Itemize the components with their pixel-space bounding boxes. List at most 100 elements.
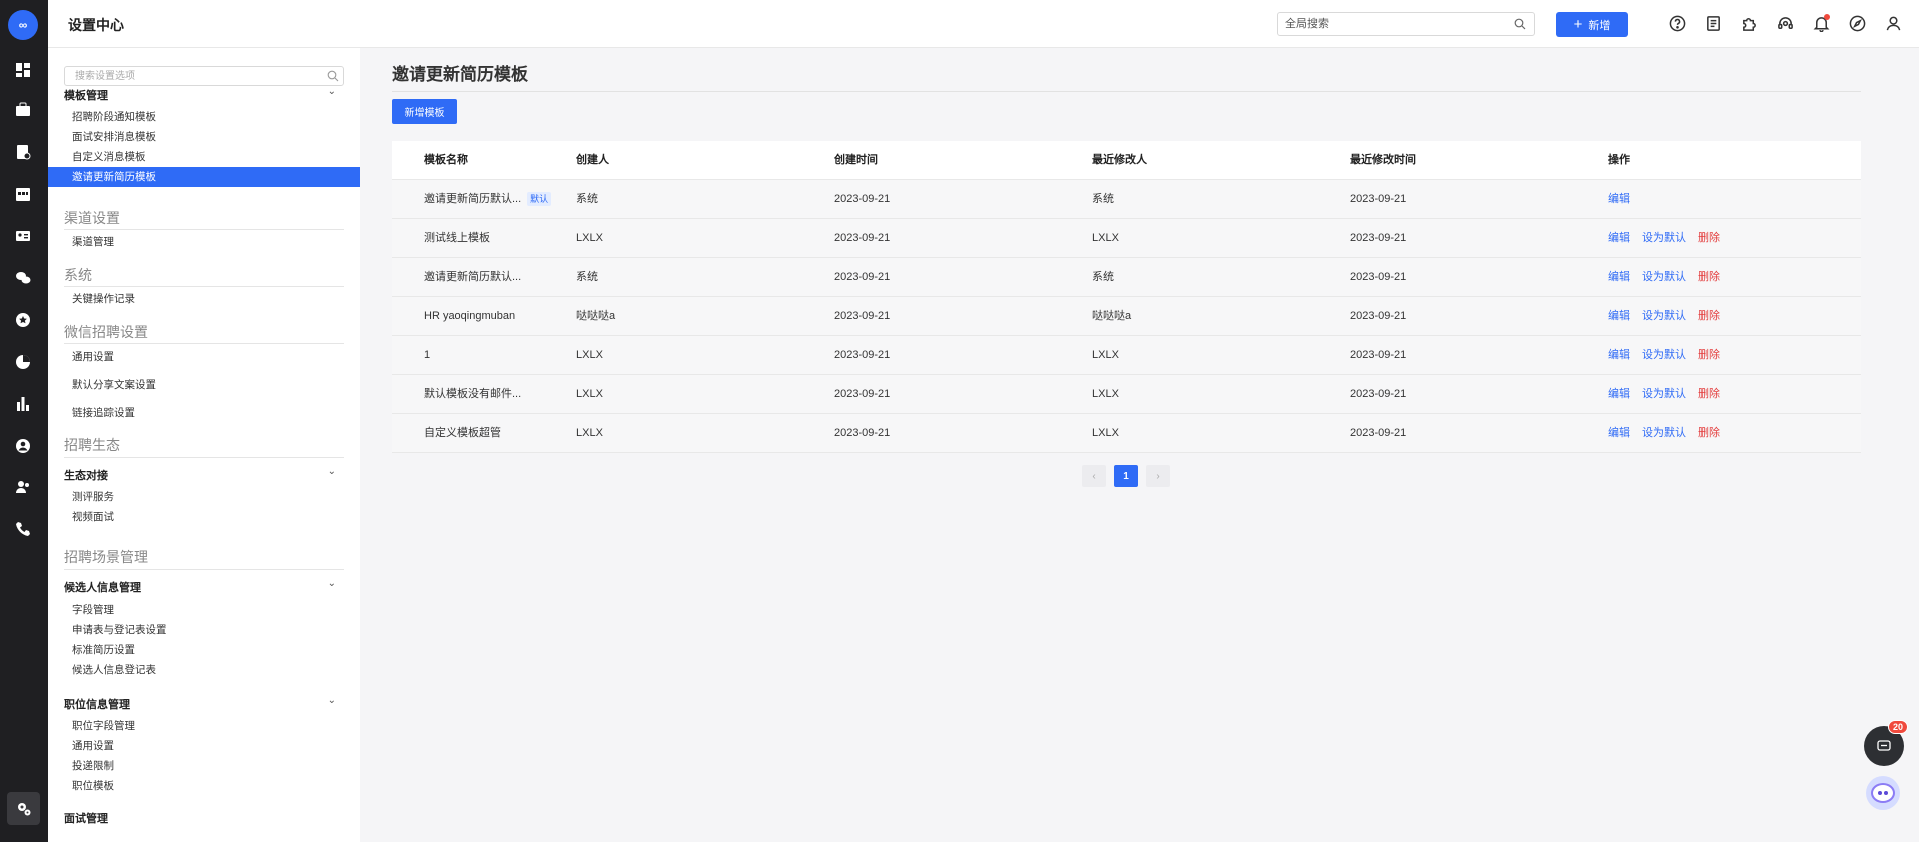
resume-icon[interactable] bbox=[12, 141, 34, 163]
next-page-button[interactable]: › bbox=[1146, 465, 1170, 487]
column-header: 创建时间 bbox=[834, 154, 878, 166]
template-group[interactable]: 模板管理 ⌄ bbox=[64, 86, 344, 103]
plus-icon: + bbox=[1573, 16, 1583, 33]
edit-link[interactable]: 编辑 bbox=[1608, 232, 1630, 244]
app-logo[interactable]: ∞ bbox=[8, 10, 38, 40]
user-circle-icon[interactable] bbox=[12, 435, 34, 457]
app-rail: ∞ bbox=[0, 0, 48, 842]
modified-cell: 2023-09-21 bbox=[1350, 193, 1407, 205]
sidebar-item[interactable]: 通用设置 bbox=[48, 736, 360, 756]
phone-icon[interactable] bbox=[12, 518, 34, 540]
top-header: 设置中心 + 新增 bbox=[48, 0, 1919, 48]
modifier-cell: LXLX bbox=[1092, 427, 1119, 439]
edit-link[interactable]: 编辑 bbox=[1608, 310, 1630, 322]
delete-link[interactable]: 删除 bbox=[1698, 232, 1720, 244]
robot-icon bbox=[1871, 783, 1895, 803]
sidebar-item[interactable]: 自定义消息模板 bbox=[48, 147, 360, 167]
sidebar-item[interactable]: 通用设置 bbox=[48, 347, 360, 367]
position-group[interactable]: 职位信息管理 ⌄ bbox=[64, 695, 344, 712]
sidebar-item[interactable]: 测评服务 bbox=[48, 487, 360, 507]
set-default-link[interactable]: 设为默认 bbox=[1642, 388, 1686, 400]
briefcase-icon[interactable] bbox=[12, 99, 34, 121]
new-button[interactable]: + 新增 bbox=[1556, 12, 1628, 37]
chat-badge: 20 bbox=[1887, 720, 1908, 734]
modified-cell: 2023-09-21 bbox=[1350, 349, 1407, 361]
wechat-icon[interactable] bbox=[12, 267, 34, 289]
settings-icon[interactable] bbox=[7, 792, 40, 825]
creator-cell: LXLX bbox=[576, 427, 603, 439]
sidebar-item[interactable]: 视频面试 bbox=[48, 507, 360, 527]
set-default-link[interactable]: 设为默认 bbox=[1642, 427, 1686, 439]
star-badge-icon[interactable] bbox=[12, 309, 34, 331]
sidebar-item[interactable]: 默认分享文案设置 bbox=[48, 375, 360, 395]
sidebar-item[interactable]: 字段管理 bbox=[48, 600, 360, 620]
set-default-link[interactable]: 设为默认 bbox=[1642, 310, 1686, 322]
edit-link[interactable]: 编辑 bbox=[1608, 427, 1630, 439]
sidebar-item[interactable]: 招聘阶段通知模板 bbox=[48, 107, 360, 127]
assistant-bot-button[interactable] bbox=[1866, 776, 1900, 810]
table-row: 默认模板没有邮件... LXLX 2023-09-21 LXLX 2023-09… bbox=[392, 375, 1861, 414]
sidebar-item-active[interactable]: 邀请更新简历模板 bbox=[48, 167, 360, 187]
settings-search[interactable] bbox=[64, 66, 344, 86]
set-default-link[interactable]: 设为默认 bbox=[1642, 271, 1686, 283]
user-profile-icon[interactable] bbox=[1884, 14, 1902, 32]
edit-link[interactable]: 编辑 bbox=[1608, 193, 1630, 205]
page-number[interactable]: 1 bbox=[1114, 465, 1138, 487]
prev-page-button[interactable]: ‹ bbox=[1082, 465, 1106, 487]
chat-icon bbox=[1877, 740, 1891, 751]
bar-chart-icon[interactable] bbox=[12, 393, 34, 415]
section-title: 渠道设置 bbox=[64, 210, 120, 226]
sidebar-item[interactable]: 候选人信息登记表 bbox=[48, 660, 360, 680]
column-header: 创建人 bbox=[576, 154, 609, 166]
sidebar-item[interactable]: 渠道管理 bbox=[48, 232, 360, 252]
delete-link[interactable]: 删除 bbox=[1698, 388, 1720, 400]
modifier-cell: 哒哒哒a bbox=[1092, 310, 1132, 322]
global-search[interactable] bbox=[1277, 12, 1535, 36]
dashboard-icon[interactable] bbox=[12, 59, 34, 81]
notification-dot bbox=[1824, 14, 1830, 20]
document-icon[interactable] bbox=[1704, 14, 1722, 32]
id-card-icon[interactable] bbox=[12, 225, 34, 247]
group-label: 职位信息管理 bbox=[64, 699, 130, 711]
support-icon[interactable] bbox=[1776, 14, 1794, 32]
edit-link[interactable]: 编辑 bbox=[1608, 271, 1630, 283]
settings-search-input[interactable] bbox=[65, 67, 305, 85]
eco-group[interactable]: 生态对接 ⌄ bbox=[64, 466, 344, 483]
edit-link[interactable]: 编辑 bbox=[1608, 349, 1630, 361]
add-template-button[interactable]: 新增模板 bbox=[392, 99, 457, 124]
sidebar-item[interactable]: 职位字段管理 bbox=[48, 716, 360, 736]
page-title: 邀请更新简历模板 bbox=[392, 65, 528, 84]
group-label: 生态对接 bbox=[64, 470, 108, 482]
calendar-icon[interactable] bbox=[12, 183, 34, 205]
delete-link[interactable]: 删除 bbox=[1698, 427, 1720, 439]
sidebar-item[interactable]: 申请表与登记表设置 bbox=[48, 620, 360, 640]
compass-icon[interactable] bbox=[1848, 14, 1866, 32]
search-icon bbox=[1514, 18, 1526, 30]
notification-bell-icon[interactable] bbox=[1812, 14, 1830, 32]
sidebar-item[interactable]: 链接追踪设置 bbox=[48, 403, 360, 423]
delete-link[interactable]: 删除 bbox=[1698, 310, 1720, 322]
set-default-link[interactable]: 设为默认 bbox=[1642, 232, 1686, 244]
candidate-group[interactable]: 候选人信息管理 ⌄ bbox=[64, 578, 344, 595]
table-row: 邀请更新简历默认... 默认 系统 2023-09-21 系统 2023-09-2… bbox=[392, 180, 1861, 219]
sidebar-item[interactable]: 标准简历设置 bbox=[48, 640, 360, 660]
table-header: 模板名称 创建人 创建时间 最近修改人 最近修改时间 操作 bbox=[392, 141, 1861, 180]
template-name: 测试线上模板 bbox=[424, 232, 490, 244]
global-search-input[interactable] bbox=[1278, 13, 1498, 35]
interview-group[interactable]: 面试管理 bbox=[64, 810, 344, 826]
edit-link[interactable]: 编辑 bbox=[1608, 388, 1630, 400]
sidebar-item[interactable]: 关键操作记录 bbox=[48, 289, 360, 309]
divider bbox=[64, 569, 344, 570]
set-default-link[interactable]: 设为默认 bbox=[1642, 349, 1686, 361]
help-icon[interactable] bbox=[1668, 14, 1686, 32]
sidebar-item[interactable]: 投递限制 bbox=[48, 756, 360, 776]
plugin-icon[interactable] bbox=[1740, 14, 1758, 32]
team-icon[interactable] bbox=[12, 476, 34, 498]
sidebar-item[interactable]: 职位模板 bbox=[48, 776, 360, 796]
delete-link[interactable]: 删除 bbox=[1698, 349, 1720, 361]
chat-widget-button[interactable]: 20 bbox=[1864, 720, 1908, 766]
sidebar-item[interactable]: 面试安排消息模板 bbox=[48, 127, 360, 147]
delete-link[interactable]: 删除 bbox=[1698, 271, 1720, 283]
column-header: 操作 bbox=[1608, 154, 1630, 166]
pie-chart-icon[interactable] bbox=[12, 351, 34, 373]
